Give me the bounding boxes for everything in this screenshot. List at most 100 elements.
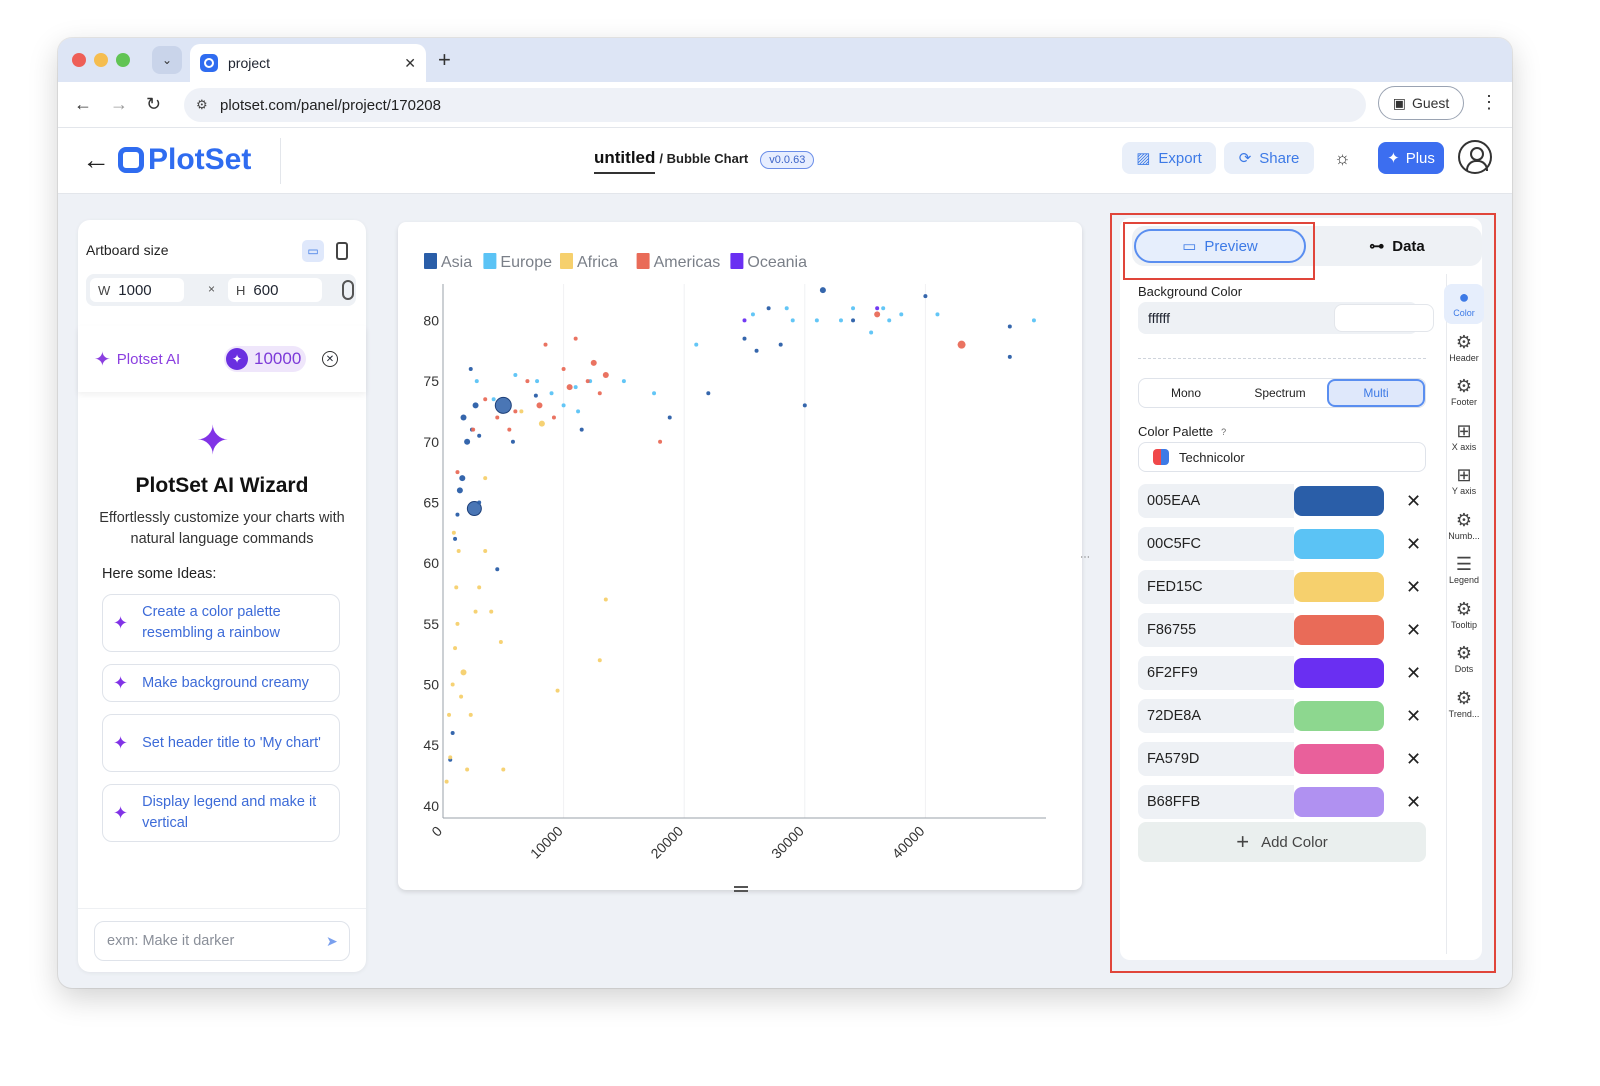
minimize-window-button[interactable] bbox=[94, 53, 108, 67]
color-swatch[interactable] bbox=[1294, 615, 1384, 645]
mode-mono[interactable]: Mono bbox=[1139, 379, 1233, 407]
site-settings-icon[interactable]: ⚙ bbox=[196, 97, 208, 113]
palette-icon: ● bbox=[1458, 287, 1470, 307]
color-hex-field[interactable]: B68FFB bbox=[1138, 785, 1294, 819]
side-tab-footer[interactable]: ⚙ Footer bbox=[1444, 373, 1484, 413]
add-color-button[interactable]: + Add Color bbox=[1138, 822, 1426, 862]
color-hex-field[interactable]: 005EAA bbox=[1138, 484, 1294, 518]
remove-color-icon[interactable]: ✕ bbox=[1406, 663, 1421, 684]
remove-color-icon[interactable]: ✕ bbox=[1406, 706, 1421, 727]
width-field[interactable]: W 1000 bbox=[90, 278, 184, 302]
side-tab-y-axis[interactable]: ⊞ Y axis bbox=[1444, 462, 1484, 502]
idea-button[interactable]: ✦ Display legend and make it vertical bbox=[102, 784, 340, 842]
zoom-window-button[interactable] bbox=[116, 53, 130, 67]
tab-list-button[interactable]: ⌄ bbox=[152, 46, 182, 74]
back-arrow-icon[interactable]: ← bbox=[82, 144, 110, 176]
remove-color-icon[interactable]: ✕ bbox=[1406, 620, 1421, 641]
height-field[interactable]: H 600 bbox=[228, 278, 322, 302]
color-hex-field[interactable]: F86755 bbox=[1138, 613, 1294, 647]
plus-upgrade-button[interactable]: ✦ Plus bbox=[1378, 142, 1444, 174]
color-swatch[interactable] bbox=[1294, 486, 1384, 516]
help-icon[interactable]: ? bbox=[1221, 427, 1226, 437]
settings-panel: ▭ Preview ⊶ Data Background Color ffffff… bbox=[1120, 218, 1484, 960]
export-button[interactable]: ▨ Export bbox=[1122, 142, 1216, 174]
color-hex-field[interactable]: 6F2FF9 bbox=[1138, 656, 1294, 690]
close-ai-icon[interactable]: ✕ bbox=[322, 351, 338, 367]
color-palette-select[interactable]: Technicolor bbox=[1138, 442, 1426, 472]
color-hex-field[interactable]: FA579D bbox=[1138, 742, 1294, 776]
data-point-oceania bbox=[742, 318, 747, 323]
chart-artboard[interactable]: 40 45 50 55 60 65 70 75 80 0 10000 20000 30000 40000 A… bbox=[398, 222, 1090, 892]
side-tab-numb[interactable]: ⚙ Numb... bbox=[1444, 507, 1484, 547]
theme-toggle-sun-icon[interactable]: ☼ bbox=[1334, 148, 1351, 169]
idea-button[interactable]: ✦ Set header title to 'My chart' bbox=[102, 714, 340, 772]
grid-icon: ⊞ bbox=[1456, 465, 1472, 485]
background-color-swatch[interactable] bbox=[1334, 304, 1434, 332]
desktop-icon[interactable]: ▭ bbox=[302, 240, 324, 262]
resize-handle-bottom[interactable] bbox=[734, 886, 748, 892]
data-point-africa bbox=[454, 585, 459, 590]
url-field[interactable]: ⚙ plotset.com/panel/project/170208 bbox=[184, 88, 1366, 122]
mode-multi[interactable]: Multi bbox=[1327, 379, 1425, 407]
remove-color-icon[interactable]: ✕ bbox=[1406, 792, 1421, 813]
data-point-europe bbox=[899, 312, 904, 317]
remove-color-icon[interactable]: ✕ bbox=[1406, 749, 1421, 770]
data-point-africa bbox=[498, 640, 503, 645]
send-icon[interactable]: ➤ bbox=[326, 933, 338, 950]
data-point-asia bbox=[450, 731, 455, 736]
new-tab-button[interactable]: + bbox=[438, 47, 451, 73]
plotset-logo[interactable]: PlotSet bbox=[118, 143, 251, 177]
mobile-icon[interactable] bbox=[336, 242, 348, 260]
color-hex-field[interactable]: 00C5FC bbox=[1138, 527, 1294, 561]
mode-spectrum[interactable]: Spectrum bbox=[1233, 379, 1327, 407]
preview-tab[interactable]: ▭ Preview bbox=[1134, 229, 1306, 263]
remove-color-icon[interactable]: ✕ bbox=[1406, 577, 1421, 598]
guest-profile-button[interactable]: ▣ Guest bbox=[1378, 86, 1464, 120]
side-tab-trend[interactable]: ⚙ Trend... bbox=[1444, 685, 1484, 725]
remove-color-icon[interactable]: ✕ bbox=[1406, 534, 1421, 555]
side-tab-header[interactable]: ⚙ Header bbox=[1444, 329, 1484, 369]
plotset-ai-label: Plotset AI bbox=[116, 350, 181, 368]
color-swatch[interactable] bbox=[1294, 572, 1384, 602]
data-point-africa bbox=[603, 597, 608, 602]
color-swatch[interactable] bbox=[1294, 701, 1384, 731]
side-tab-tooltip[interactable]: ⚙ Tooltip bbox=[1444, 596, 1484, 636]
legend-label: Oceania bbox=[747, 254, 807, 271]
side-tab-legend[interactable]: ☰ Legend bbox=[1444, 551, 1484, 591]
resize-handle-right[interactable]: ⋯ bbox=[1080, 552, 1090, 563]
close-window-button[interactable] bbox=[72, 53, 86, 67]
color-swatch[interactable] bbox=[1294, 744, 1384, 774]
color-row: F86755 ✕ bbox=[1138, 613, 1426, 647]
remove-color-icon[interactable]: ✕ bbox=[1406, 491, 1421, 512]
reload-icon[interactable]: ↻ bbox=[146, 94, 161, 115]
data-label: Data bbox=[1392, 237, 1425, 255]
data-point-americas bbox=[573, 336, 578, 341]
project-title[interactable]: untitled bbox=[594, 148, 656, 174]
back-icon[interactable]: ← bbox=[74, 94, 92, 115]
data-point-europe bbox=[790, 318, 795, 323]
browser-tab[interactable]: project ✕ bbox=[190, 44, 426, 82]
background-color-field[interactable]: ffffff bbox=[1138, 302, 1434, 334]
side-tab-color[interactable]: ● Color bbox=[1444, 284, 1484, 324]
data-point-europe bbox=[576, 409, 581, 414]
y-tick-label: 80 bbox=[423, 312, 439, 328]
legend-label: Europe bbox=[500, 254, 552, 271]
idea-button[interactable]: ✦ Make background creamy bbox=[102, 664, 340, 702]
data-point-asia bbox=[923, 294, 928, 299]
color-swatch[interactable] bbox=[1294, 529, 1384, 559]
forward-icon[interactable]: → bbox=[110, 94, 128, 115]
color-hex-field[interactable]: FED15C bbox=[1138, 570, 1294, 604]
share-button[interactable]: ⟳ Share bbox=[1224, 142, 1314, 174]
color-hex-field[interactable]: 72DE8A bbox=[1138, 699, 1294, 733]
side-tab-x-axis[interactable]: ⊞ X axis bbox=[1444, 418, 1484, 458]
user-account-icon[interactable] bbox=[1458, 140, 1492, 174]
color-swatch[interactable] bbox=[1294, 658, 1384, 688]
side-tab-dots[interactable]: ⚙ Dots bbox=[1444, 640, 1484, 680]
ai-prompt-input[interactable] bbox=[94, 921, 350, 961]
close-tab-icon[interactable]: ✕ bbox=[404, 55, 416, 72]
color-swatch[interactable] bbox=[1294, 787, 1384, 817]
browser-menu-icon[interactable]: ⋮ bbox=[1480, 92, 1498, 113]
data-tab[interactable]: ⊶ Data bbox=[1332, 229, 1462, 263]
aspect-lock-icon[interactable] bbox=[342, 280, 354, 300]
idea-button[interactable]: ✦ Create a color palette resembling a ra… bbox=[102, 594, 340, 652]
